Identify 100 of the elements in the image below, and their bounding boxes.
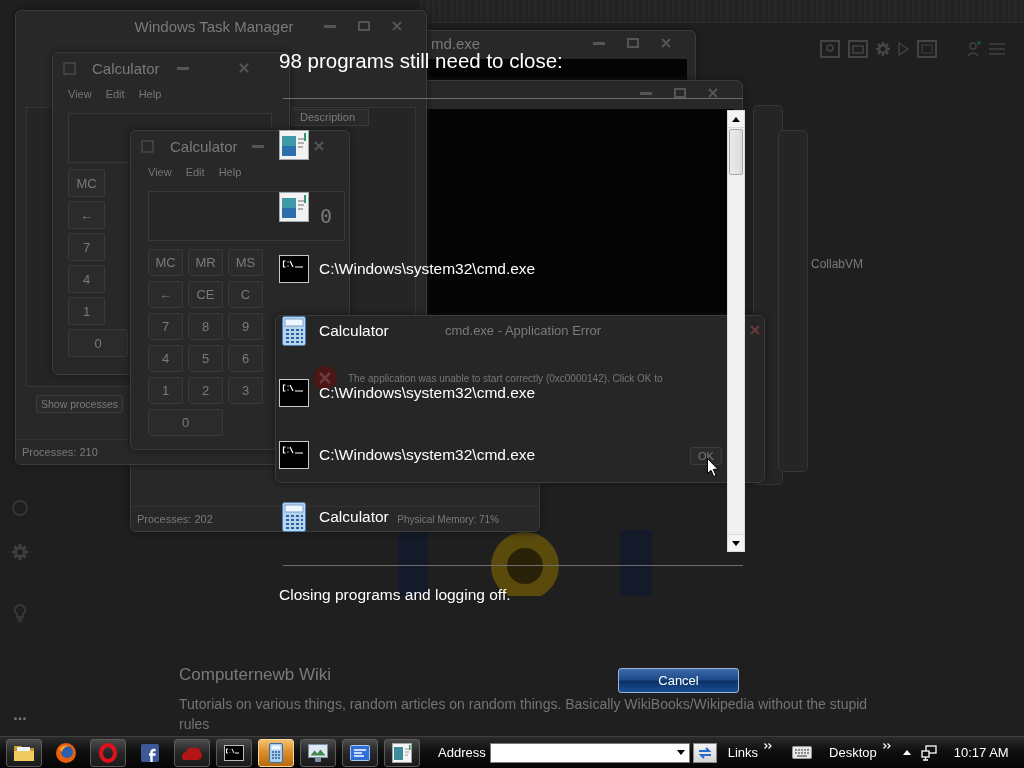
taskbar-button[interactable] [300,738,336,767]
status-text: Processes: 210 [22,446,98,458]
window-title: cmd.exe - Application Error [444,322,602,338]
calculator-key[interactable]: 2 [188,377,223,404]
close-icon[interactable] [239,63,249,73]
cancel-button[interactable]: Cancel [618,668,739,693]
calculator-key[interactable]: 0 [148,409,223,436]
triangle-up-icon[interactable] [902,750,911,755]
calculator-key[interactable]: 9 [228,313,263,340]
scroll-up-button[interactable] [728,111,744,128]
frame-icon[interactable] [820,40,840,58]
circle-icon[interactable] [12,500,28,516]
minimize-icon[interactable] [593,41,605,45]
calculator-key[interactable]: CE [188,281,223,308]
calculator-key[interactable]: 1 [68,297,105,325]
play-icon[interactable] [898,42,909,56]
calculator-key[interactable]: 0 [68,329,128,357]
show-processes-button[interactable]: Show processes [36,395,124,413]
calculator-icon [282,316,306,346]
program-name: C:\Windows\system32\cmd.exe [319,260,536,278]
bulb-icon[interactable] [14,604,26,622]
taskbar-button[interactable] [384,738,420,767]
calculator-key[interactable]: 4 [68,265,105,293]
menu-icon[interactable] [989,43,1005,55]
maximize-icon[interactable] [627,38,639,48]
camera-icon[interactable] [848,40,868,58]
chevron-icon[interactable] [764,743,773,749]
picture-monitor-icon [308,743,328,762]
gear-icon[interactable] [12,544,28,560]
calculator-key[interactable]: MC [148,249,183,276]
frame-icon[interactable] [917,40,937,58]
minimize-icon[interactable] [324,24,336,28]
window-icon [392,742,412,763]
network-icon[interactable] [920,744,937,761]
menu-item[interactable]: View [68,87,92,103]
menu-item[interactable]: Help [218,165,242,181]
close-icon[interactable] [750,325,760,335]
maximize-icon[interactable] [358,21,370,31]
calculator-key[interactable]: MS [228,249,263,276]
letter-f-icon [141,743,159,762]
minimize-icon[interactable] [252,144,264,148]
calculator-key[interactable]: ← [68,201,105,229]
program-name: C:\Windows\system32\cmd.exe [319,446,536,464]
window-title: Windows Task Manager [134,17,294,35]
scrollbar[interactable] [727,110,745,552]
person-icon[interactable] [967,41,981,57]
folder-icon [13,743,35,762]
minimize-icon[interactable] [177,66,189,70]
menu-item[interactable]: View [148,165,172,181]
console-icon [224,744,244,761]
calculator-key[interactable]: 3 [228,377,263,404]
triangle-down-icon [732,540,740,546]
close-icon[interactable] [314,141,324,151]
calculator-key[interactable]: 7 [148,313,183,340]
clock[interactable]: 10:17 AM [953,745,1009,760]
console-icon [279,255,309,283]
calculator-key[interactable]: 1 [148,377,183,404]
calculator-key[interactable]: 5 [188,345,223,372]
minimize-icon[interactable] [640,91,652,95]
link-text[interactable]: CollabVM [811,257,864,271]
calculator-key[interactable]: 6 [228,345,263,372]
calculator-key[interactable]: 7 [68,233,105,261]
more-text[interactable]: ... [13,708,27,722]
calculator-key[interactable]: 8 [188,313,223,340]
maximize-icon[interactable] [674,88,686,98]
links-label[interactable]: Links [727,745,759,760]
column-header[interactable]: Description [291,109,369,126]
taskbar-button[interactable] [6,738,42,767]
calculator-key[interactable]: 4 [148,345,183,372]
calculator-key[interactable]: ← [148,281,183,308]
gear-icon[interactable] [876,42,890,56]
calculator-key[interactable]: MR [188,249,223,276]
menu-item[interactable]: Edit [105,87,125,103]
error-message: The application was unable to start correctly (0xc0000142). Click OK to [348,372,663,384]
fox-globe-icon [56,742,76,763]
go-button[interactable] [692,742,717,763]
scrollbar-thumb[interactable] [729,129,743,175]
window-title: Calculator [92,59,160,77]
ok-button[interactable]: OK [690,447,722,465]
taskbar-button[interactable] [342,738,378,767]
desktop-label[interactable]: Desktop [829,745,877,760]
chevron-icon[interactable] [882,743,891,749]
close-icon[interactable] [708,88,718,98]
caret-icon[interactable] [676,750,685,755]
menu-item[interactable]: Edit [185,165,205,181]
calculator-key[interactable]: C [228,281,263,308]
address-field[interactable] [489,742,690,763]
calculator-key[interactable]: MC [68,169,105,197]
menu-item[interactable]: Help [138,87,162,103]
close-icon[interactable] [392,21,402,31]
wiki-heading: Computernewb Wiki [179,664,332,686]
status-text: Physical Memory: 71% [397,513,499,525]
taskbar-button[interactable] [216,738,252,767]
scroll-down-button[interactable] [728,534,744,551]
close-icon[interactable] [661,38,671,48]
dialog-title: 98 programs still need to close: [279,49,563,74]
window-icon [279,192,309,222]
square-icon [63,61,76,75]
keyboard-icon[interactable] [792,746,813,759]
calculator-icon [282,502,306,532]
